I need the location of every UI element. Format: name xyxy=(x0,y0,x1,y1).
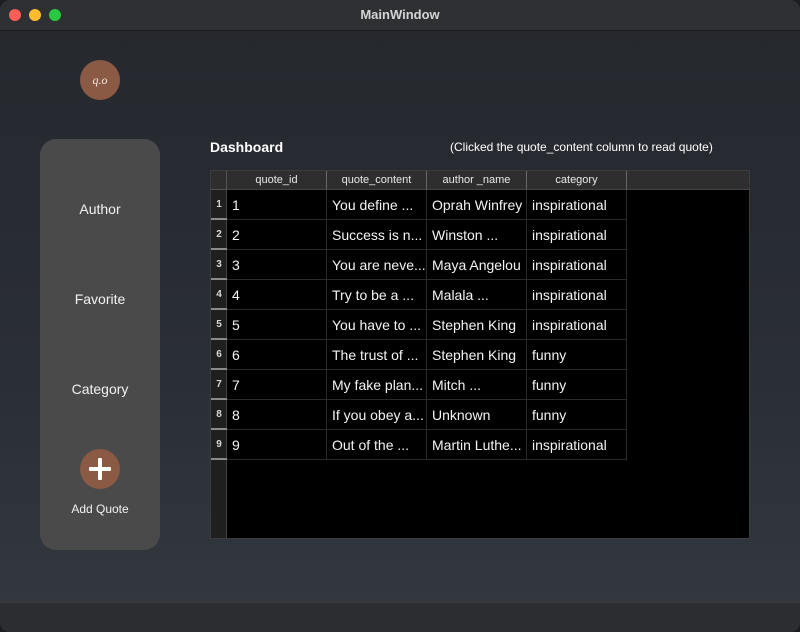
table-row[interactable]: 7 My fake plan... Mitch ... funny xyxy=(227,370,627,400)
header-filler xyxy=(627,171,749,190)
status-bar xyxy=(0,602,800,632)
table-cell[interactable]: The trust of ... xyxy=(327,340,427,370)
table-row[interactable]: 1 You define ... Oprah Winfrey inspirationa… xyxy=(227,190,627,220)
row-header[interactable]: 2 xyxy=(211,220,227,250)
table-cell[interactable]: Maya Angelou xyxy=(427,250,527,280)
sidebar: Author Favorite Category Add Quote xyxy=(40,139,160,550)
row-headers: 123456789 xyxy=(211,190,227,538)
row-header[interactable]: 9 xyxy=(211,430,227,460)
title-bar: MainWindow xyxy=(0,0,800,31)
table-cell[interactable]: Out of the ... xyxy=(327,430,427,460)
table-cell[interactable]: inspirational xyxy=(527,280,627,310)
table-cell[interactable]: 6 xyxy=(227,340,327,370)
window-title: MainWindow xyxy=(360,7,440,22)
table-cell[interactable]: 2 xyxy=(227,220,327,250)
row-header[interactable]: 1 xyxy=(211,190,227,220)
row-header[interactable]: 5 xyxy=(211,310,227,340)
sidebar-item-category[interactable]: Category xyxy=(40,381,160,397)
row-header[interactable]: 3 xyxy=(211,250,227,280)
table-cell[interactable]: My fake plan... xyxy=(327,370,427,400)
table-cell[interactable]: Unknown xyxy=(427,400,527,430)
app-logo: q.o xyxy=(80,60,120,100)
table-corner[interactable] xyxy=(211,171,227,190)
add-quote-label: Add Quote xyxy=(71,502,129,516)
table-cell[interactable]: Malala ... xyxy=(427,280,527,310)
table-cell[interactable]: Try to be a ... xyxy=(327,280,427,310)
column-header-category[interactable]: category xyxy=(527,171,627,190)
table-row[interactable]: 8 If you obey a... Unknown funny xyxy=(227,400,627,430)
quotes-table[interactable]: quote_id quote_content author _name categor… xyxy=(210,170,750,539)
table-cell[interactable]: funny xyxy=(527,400,627,430)
add-quote-button[interactable] xyxy=(80,449,120,489)
table-cell[interactable]: Mitch ... xyxy=(427,370,527,400)
table-row[interactable]: 2 Success is n... Winston ... inspirational xyxy=(227,220,627,250)
table-row[interactable]: 4 Try to be a ... Malala ... inspirational xyxy=(227,280,627,310)
table-header: quote_id quote_content author _name categor… xyxy=(227,171,627,190)
row-header[interactable]: 7 xyxy=(211,370,227,400)
table-row[interactable]: 6 The trust of ... Stephen King funny xyxy=(227,340,627,370)
table-cell[interactable]: Success is n... xyxy=(327,220,427,250)
table-cell[interactable]: 4 xyxy=(227,280,327,310)
table-cell[interactable]: 1 xyxy=(227,190,327,220)
table-cell[interactable]: 3 xyxy=(227,250,327,280)
table-cell[interactable]: You are neve... xyxy=(327,250,427,280)
table-cell[interactable]: Stephen King xyxy=(427,340,527,370)
table-cell[interactable]: Winston ... xyxy=(427,220,527,250)
row-header[interactable]: 4 xyxy=(211,280,227,310)
logo-text: q.o xyxy=(92,72,108,87)
page-title: Dashboard xyxy=(210,139,284,155)
table-cell[interactable]: Martin Luthe... xyxy=(427,430,527,460)
table-cell[interactable]: 9 xyxy=(227,430,327,460)
table-row[interactable]: 5 You have to ... Stephen King inspirationa… xyxy=(227,310,627,340)
table-cell[interactable]: inspirational xyxy=(527,310,627,340)
table-cell[interactable]: Stephen King xyxy=(427,310,527,340)
table-cell[interactable]: Oprah Winfrey xyxy=(427,190,527,220)
plus-icon xyxy=(89,458,111,480)
table-cell[interactable]: You define ... xyxy=(327,190,427,220)
table-cell[interactable]: inspirational xyxy=(527,250,627,280)
column-header-author-name[interactable]: author _name xyxy=(427,171,527,190)
row-header[interactable]: 8 xyxy=(211,400,227,430)
column-header-quote-id[interactable]: quote_id xyxy=(227,171,327,190)
sidebar-item-author[interactable]: Author xyxy=(40,201,160,217)
table-cell[interactable]: funny xyxy=(527,370,627,400)
table-cell[interactable]: funny xyxy=(527,340,627,370)
hint-text: (Clicked the quote_content column to rea… xyxy=(450,140,713,154)
table-cell[interactable]: You have to ... xyxy=(327,310,427,340)
sidebar-item-favorite[interactable]: Favorite xyxy=(40,291,160,307)
table-cell[interactable]: 8 xyxy=(227,400,327,430)
row-header[interactable]: 6 xyxy=(211,340,227,370)
table-cell[interactable]: 7 xyxy=(227,370,327,400)
table-cell[interactable]: inspirational xyxy=(527,220,627,250)
table-cell[interactable]: inspirational xyxy=(527,190,627,220)
table-row[interactable]: 3 You are neve... Maya Angelou inspirationa… xyxy=(227,250,627,280)
column-header-quote-content[interactable]: quote_content xyxy=(327,171,427,190)
table-cell[interactable]: If you obey a... xyxy=(327,400,427,430)
main-window: MainWindow q.o Author Favorite Category … xyxy=(0,0,800,632)
table-cell[interactable]: 5 xyxy=(227,310,327,340)
table-row[interactable]: 9 Out of the ... Martin Luthe... inspiratio… xyxy=(227,430,627,460)
table-cell[interactable]: inspirational xyxy=(527,430,627,460)
